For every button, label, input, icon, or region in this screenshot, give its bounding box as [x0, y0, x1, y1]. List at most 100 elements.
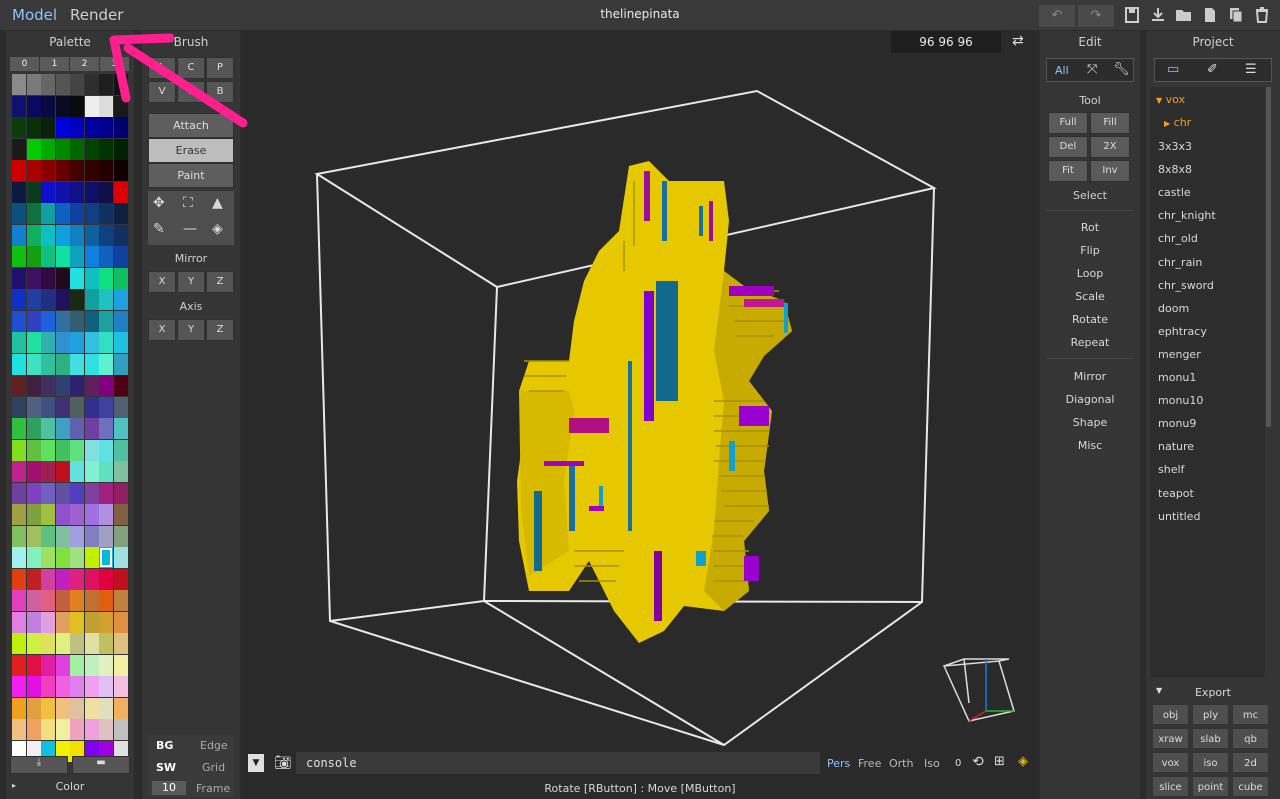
palette-swatch[interactable]: [12, 439, 26, 461]
palette-swatch[interactable]: [55, 396, 70, 418]
palette-swatch[interactable]: [113, 246, 128, 267]
palette-swatch[interactable]: [99, 439, 113, 461]
palette-swatch[interactable]: [26, 246, 41, 267]
palette-swatch[interactable]: [12, 117, 26, 138]
palette-swatch[interactable]: [26, 74, 41, 95]
palette-swatch[interactable]: [12, 719, 26, 740]
palette-swatch[interactable]: [41, 267, 55, 289]
palette-swatch[interactable]: [84, 568, 99, 590]
palette-swatch[interactable]: [99, 676, 113, 697]
edit-mirror[interactable]: Mirror: [1040, 370, 1140, 383]
palette-swatch[interactable]: [84, 332, 99, 353]
export-obj-button[interactable]: obj: [1152, 704, 1189, 725]
export-slice-button[interactable]: slice: [1152, 776, 1189, 797]
folder-icon[interactable]: ▭: [1167, 62, 1179, 77]
palette-swatch[interactable]: [41, 396, 55, 418]
palette-swatch[interactable]: [84, 203, 99, 224]
palette-swatch[interactable]: [84, 676, 99, 697]
palette-swatch[interactable]: [12, 418, 26, 439]
palette-swatch[interactable]: [55, 332, 70, 353]
palette-swatch[interactable]: [99, 504, 113, 525]
palette-swatch[interactable]: [26, 547, 41, 568]
palette-swatch[interactable]: [26, 611, 41, 633]
palette-swatch[interactable]: [26, 396, 41, 418]
palette-swatch[interactable]: [84, 224, 99, 246]
palette-swatch[interactable]: [84, 654, 99, 676]
palette-swatch[interactable]: [84, 181, 99, 203]
palette-swatch[interactable]: [99, 461, 113, 482]
palette-swatch[interactable]: [12, 138, 26, 160]
export-point-button[interactable]: point: [1192, 776, 1229, 797]
select-label[interactable]: Select: [1040, 189, 1140, 202]
palette-swatch[interactable]: [41, 246, 55, 267]
palette-swatch[interactable]: [12, 482, 26, 504]
palette-swatch[interactable]: [84, 74, 99, 95]
wrench-icon[interactable]: 🔧︎: [1113, 62, 1130, 77]
export-xraw-button[interactable]: xraw: [1152, 728, 1189, 749]
palette-swatch[interactable]: [113, 203, 128, 224]
palette-swatch[interactable]: [99, 525, 113, 547]
palette-swatch[interactable]: [113, 568, 128, 590]
palette-swatch[interactable]: [12, 289, 26, 310]
palette-swatch[interactable]: [99, 353, 113, 375]
palette-swatch[interactable]: [12, 224, 26, 246]
axis-x-button[interactable]: X: [148, 319, 176, 341]
project-file-item[interactable]: teapot: [1158, 487, 1194, 500]
palette-swatch[interactable]: [41, 697, 55, 719]
palette-swatch[interactable]: [41, 117, 55, 138]
palette-swatch[interactable]: [26, 568, 41, 590]
palette-swatch[interactable]: [70, 676, 84, 697]
palette-swatch[interactable]: [26, 418, 41, 439]
palette-swatch[interactable]: [26, 633, 41, 654]
palette-swatch[interactable]: [113, 181, 128, 203]
project-file-item[interactable]: chr_knight: [1158, 209, 1216, 222]
palette-swatch[interactable]: [12, 654, 26, 676]
palette-swatch[interactable]: [41, 310, 55, 332]
proj-iso[interactable]: Iso: [924, 757, 940, 770]
palette-swatch[interactable]: [99, 332, 113, 353]
folder-open-icon[interactable]: [1174, 6, 1194, 24]
palette-swatch[interactable]: [70, 547, 84, 568]
palette-swatch[interactable]: [55, 246, 70, 267]
console-input[interactable]: console: [296, 752, 820, 774]
palette-swatch[interactable]: [84, 310, 99, 332]
palette-swatch[interactable]: [99, 375, 113, 396]
project-file-item[interactable]: chr_sword: [1158, 279, 1214, 292]
proj-pers[interactable]: Pers: [827, 757, 850, 770]
palette-swatch[interactable]: [26, 676, 41, 697]
palette-swatch[interactable]: [113, 439, 128, 461]
tool-inv-button[interactable]: Inv: [1090, 160, 1130, 182]
palette-folder-button[interactable]: ▬: [72, 756, 130, 774]
edit-rot[interactable]: Rot: [1040, 221, 1140, 234]
export-vox-button[interactable]: vox: [1152, 752, 1189, 773]
palette-swatch[interactable]: [41, 160, 55, 181]
grid-label[interactable]: Grid: [202, 761, 225, 774]
tool-fill-button[interactable]: Fill: [1090, 112, 1130, 134]
palette-swatch[interactable]: [70, 117, 84, 138]
eyedropper-icon[interactable]: ✎: [153, 221, 165, 237]
palette-swatch[interactable]: [70, 461, 84, 482]
palette-swatch[interactable]: [55, 375, 70, 396]
palette-swatch[interactable]: [12, 310, 26, 332]
palette-swatch[interactable]: [26, 654, 41, 676]
palette-swatch[interactable]: [70, 590, 84, 611]
palette-swatch[interactable]: [55, 74, 70, 95]
palette-swatch[interactable]: [70, 482, 84, 504]
palette-swatch[interactable]: [113, 375, 128, 396]
palette-swatch[interactable]: [84, 697, 99, 719]
palette-swatch[interactable]: [12, 396, 26, 418]
undo-button[interactable]: ↶: [1039, 5, 1075, 27]
palette-swatch[interactable]: [55, 633, 70, 654]
tree-item-chr[interactable]: ▶ chr: [1164, 116, 1191, 129]
project-file-item[interactable]: monu10: [1158, 394, 1203, 407]
project-file-item[interactable]: chr_rain: [1158, 256, 1202, 269]
palette-swatch[interactable]: [12, 611, 26, 633]
palette-swatch[interactable]: [26, 160, 41, 181]
palette-swatch[interactable]: [70, 95, 84, 117]
palette-swatch[interactable]: [99, 547, 113, 568]
palette-swatch[interactable]: [26, 267, 41, 289]
selection-icon[interactable]: ⛶: [183, 195, 193, 211]
palette-swatch[interactable]: [84, 289, 99, 310]
palette-swatch[interactable]: [55, 95, 70, 117]
project-file-item[interactable]: menger: [1158, 348, 1201, 361]
